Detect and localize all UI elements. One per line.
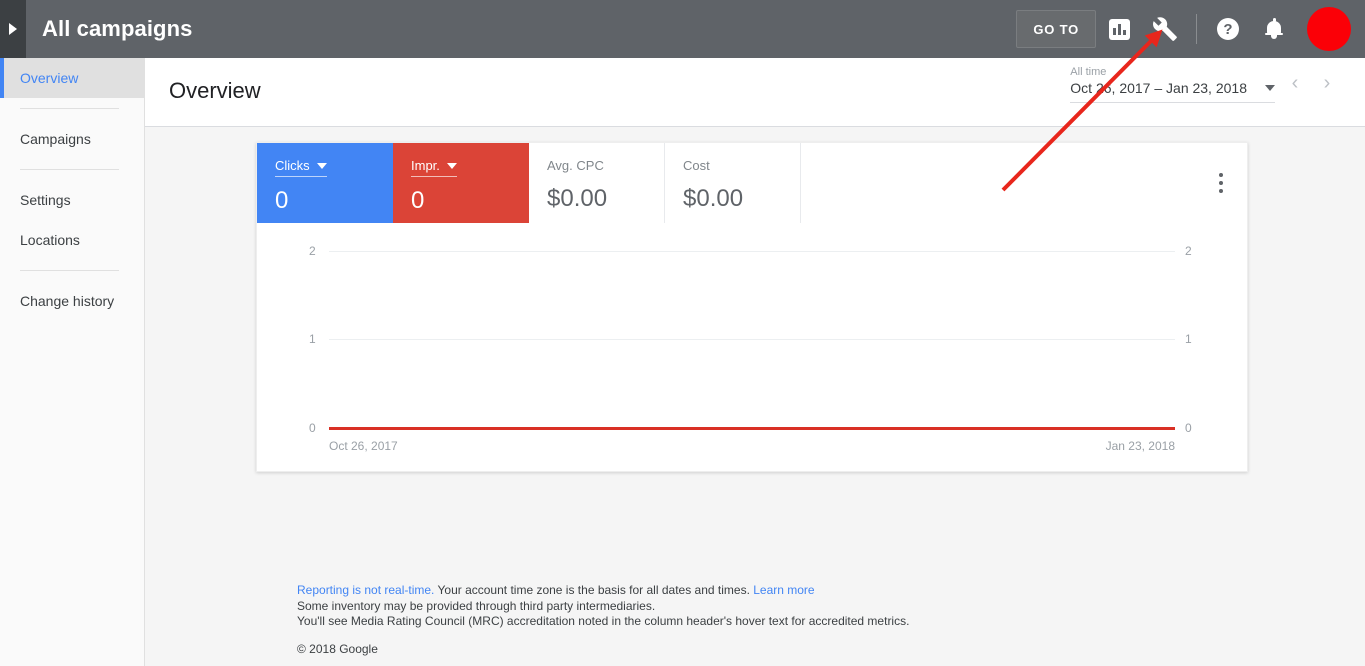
metric-value: 0 — [275, 187, 289, 214]
sidebar-item-label: Settings — [20, 192, 71, 208]
chart-ytick-left: 0 — [309, 421, 316, 435]
metric-tile-clicks[interactable]: Clicks 0 — [257, 143, 393, 223]
go-to-button[interactable]: GO TO — [1016, 10, 1096, 48]
app-root: All campaigns GO TO ? Overview Campaigns… — [0, 0, 1365, 666]
footer-line-1: Reporting is not real-time. Your account… — [297, 583, 909, 599]
chevron-left-icon[interactable]: ‹ — [1279, 67, 1311, 99]
app-title: All campaigns — [42, 16, 193, 41]
help-button[interactable]: ? — [1205, 6, 1251, 52]
page-header: Overview All time Oct 26, 2017 – Jan 23,… — [145, 58, 1365, 127]
metric-label-text: Clicks — [275, 158, 310, 173]
appbar-divider — [1196, 14, 1197, 44]
metric-tile-cost[interactable]: Cost $0.00 — [665, 143, 801, 223]
notification-bell-icon — [1265, 18, 1283, 40]
chart-ytick-left: 2 — [309, 244, 316, 258]
metric-tiles: Clicks 0 Impr. 0 Avg. CPC $0.00 Cost $0.… — [257, 143, 1247, 223]
metric-value: 0 — [411, 187, 425, 214]
sidebar-item-label: Change history — [20, 293, 115, 309]
date-range-value: Oct 26, 2017 – Jan 23, 2018 — [1070, 80, 1247, 96]
chart-ytick-right: 2 — [1185, 244, 1192, 258]
chevron-down-icon[interactable] — [316, 162, 327, 169]
sidebar-item-change-history[interactable]: Change history — [0, 281, 144, 321]
chart-xtick-end: Jan 23, 2018 — [1105, 439, 1175, 453]
chart-plot-area — [329, 251, 1175, 431]
reports-button[interactable] — [1096, 6, 1142, 52]
sidebar-divider — [20, 169, 119, 170]
date-range-picker: All time Oct 26, 2017 – Jan 23, 2018 ‹ › — [1070, 66, 1343, 103]
more-vertical-icon[interactable] — [1209, 169, 1233, 197]
date-range-nav: ‹ › — [1279, 67, 1343, 103]
sidebar-item-label: Campaigns — [20, 131, 91, 147]
tools-button[interactable] — [1142, 6, 1188, 52]
sidebar-item-campaigns[interactable]: Campaigns — [0, 119, 144, 159]
sidebar-item-locations[interactable]: Locations — [0, 220, 144, 260]
performance-chart: 2 1 0 2 1 0 Oct 26, 2017 Jan 23, 2018 — [257, 223, 1247, 471]
metric-value: $0.00 — [683, 185, 744, 212]
avatar[interactable] — [1307, 7, 1351, 51]
metric-value: $0.00 — [547, 185, 608, 212]
sidebar-item-label: Overview — [20, 70, 79, 86]
wrench-tools-icon — [1153, 17, 1177, 41]
notifications-button[interactable] — [1251, 6, 1297, 52]
chart-xtick-start: Oct 26, 2017 — [329, 439, 398, 453]
metric-label: Impr. — [411, 158, 457, 177]
reporting-not-realtime-link[interactable]: Reporting is not real-time. — [297, 583, 434, 597]
metric-tile-avg-cpc[interactable]: Avg. CPC $0.00 — [529, 143, 665, 223]
metric-tile-empty — [801, 143, 1247, 223]
sidebar-item-label: Locations — [20, 232, 80, 248]
chart-gridline — [329, 339, 1175, 340]
footer-disclaimer: Reporting is not real-time. Your account… — [297, 583, 909, 658]
copyright: © 2018 Google — [297, 642, 378, 657]
chevron-down-icon[interactable] — [446, 162, 457, 169]
sidebar-item-overview[interactable]: Overview — [0, 58, 144, 98]
date-range-preset-label: All time — [1070, 66, 1107, 78]
expand-triangle-icon — [9, 23, 17, 35]
performance-card: Clicks 0 Impr. 0 Avg. CPC $0.00 Cost $0.… — [256, 142, 1248, 472]
appbar-actions: GO TO ? — [1016, 6, 1365, 52]
sidebar-divider — [20, 270, 119, 271]
chart-gridline — [329, 251, 1175, 252]
footer-line-1-text: Your account time zone is the basis for … — [434, 582, 754, 597]
footer-line-3: You'll see Media Rating Council (MRC) ac… — [297, 614, 910, 629]
learn-more-link[interactable]: Learn more — [753, 583, 814, 597]
chart-ytick-right: 1 — [1185, 332, 1192, 346]
chart-ytick-right: 0 — [1185, 421, 1192, 435]
metric-label: Cost — [683, 158, 710, 173]
date-range-value-row[interactable]: Oct 26, 2017 – Jan 23, 2018 — [1070, 80, 1275, 103]
reports-bar-chart-icon — [1108, 18, 1130, 40]
chevron-down-icon[interactable] — [1265, 85, 1275, 91]
sidebar: Overview Campaigns Settings Locations Ch… — [0, 58, 145, 666]
metric-tile-impr[interactable]: Impr. 0 — [393, 143, 529, 223]
nav-expand-toggle[interactable] — [0, 0, 26, 58]
footer-line-2: Some inventory may be provided through t… — [297, 598, 656, 613]
chart-ytick-left: 1 — [309, 332, 316, 346]
metric-label-text: Impr. — [411, 158, 440, 173]
sidebar-item-settings[interactable]: Settings — [0, 180, 144, 220]
date-range-block[interactable]: All time Oct 26, 2017 – Jan 23, 2018 — [1070, 66, 1275, 103]
metric-label: Avg. CPC — [547, 158, 604, 173]
chevron-right-icon[interactable]: › — [1311, 67, 1343, 99]
main-content: Clicks 0 Impr. 0 Avg. CPC $0.00 Cost $0.… — [145, 127, 1365, 666]
top-app-bar: All campaigns GO TO ? — [0, 0, 1365, 58]
help-question-icon: ? — [1217, 18, 1239, 40]
page-title: Overview — [169, 78, 261, 103]
sidebar-divider — [20, 108, 119, 109]
metric-label: Clicks — [275, 158, 327, 177]
chart-series-line-impr — [329, 427, 1175, 430]
